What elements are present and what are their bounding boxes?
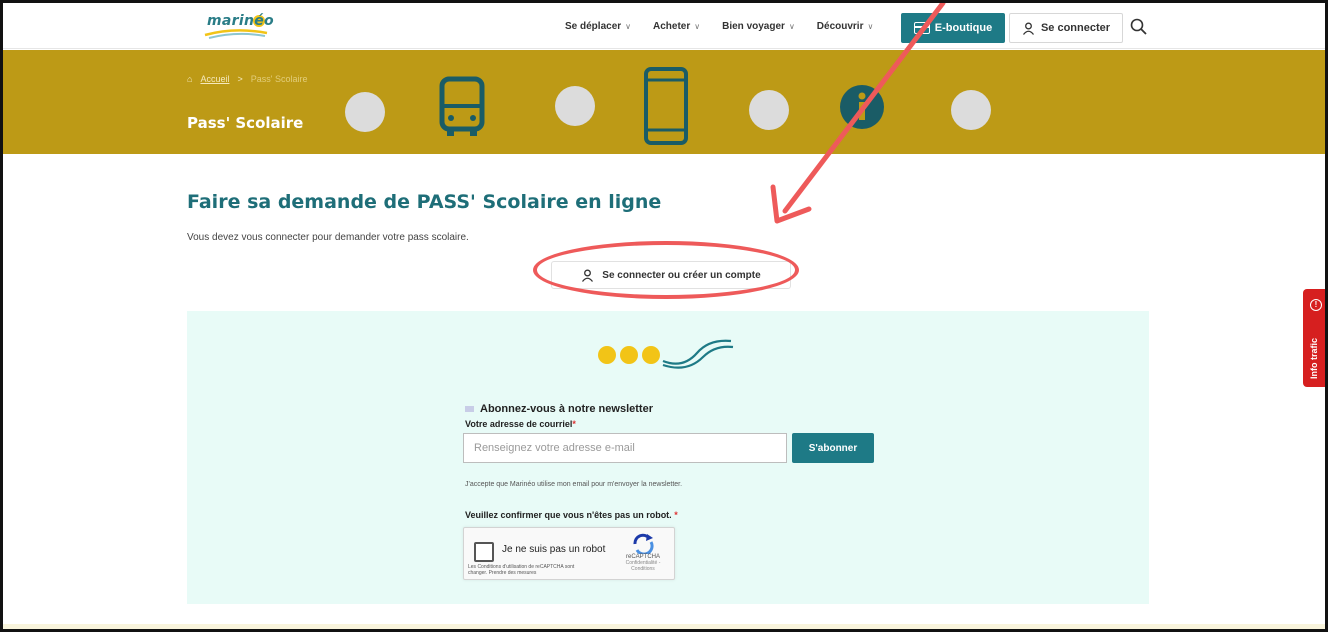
recaptcha-icon (633, 533, 654, 554)
decorative-circle (345, 92, 385, 132)
login-label: Se connecter (1040, 22, 1111, 34)
info-trafic-label: Info trafic (1309, 337, 1319, 379)
bus-icon (439, 76, 485, 136)
recaptcha-logo: reCAPTCHA Confidentialité - Conditions (614, 532, 672, 572)
required-marker: * (674, 510, 678, 520)
nav-label: Se déplacer (565, 20, 622, 32)
newsletter-email-input[interactable] (463, 433, 787, 463)
nav-label: Acheter (653, 20, 691, 32)
email-label-text: Votre adresse de courriel (465, 419, 573, 429)
nav-item-se-deplacer[interactable]: Se déplacer ∨ (565, 21, 631, 32)
alert-icon: ! (1310, 299, 1322, 311)
home-icon: ⌂ (187, 74, 193, 84)
annotation-arrow-icon (770, 3, 946, 224)
section-title: Faire sa demande de PASS' Scolaire en li… (187, 191, 662, 213)
info-trafic-tab[interactable]: ! Info trafic (1303, 289, 1325, 387)
page-banner: ⌂ Accueil > Pass' Scolaire Pass' Scolair… (3, 50, 1325, 154)
section-description: Vous devez vous connecter pour demander … (187, 232, 469, 243)
browser-frame: marinéo Se déplacer ∨ Acheter ∨ Bien voy… (0, 0, 1328, 632)
newsletter-section: Abonnez-vous à notre newsletter Votre ad… (187, 311, 1149, 604)
breadcrumb-current: Pass' Scolaire (250, 74, 308, 84)
annotation-ellipse (533, 241, 799, 299)
newsletter-title: Abonnez-vous à notre newsletter (465, 403, 653, 415)
breadcrumb: ⌂ Accueil > Pass' Scolaire (187, 74, 307, 84)
header-login-button[interactable]: Se connecter (1009, 13, 1123, 43)
newsletter-bullet-icon (465, 406, 474, 412)
footer-strip (3, 624, 1325, 629)
marineo-dots-wave-icon (598, 339, 734, 369)
chevron-down-icon: ∨ (694, 21, 701, 31)
captcha-question-text: Veuillez confirmer que vous n'êtes pas u… (465, 510, 672, 520)
site-header: marinéo Se déplacer ∨ Acheter ∨ Bien voy… (3, 3, 1325, 49)
subscribe-button[interactable]: S'abonner (792, 433, 874, 463)
captcha-question: Veuillez confirmer que vous n'êtes pas u… (465, 510, 678, 520)
newsletter-title-text: Abonnez-vous à notre newsletter (480, 403, 653, 415)
breadcrumb-home-link[interactable]: Accueil (200, 74, 229, 84)
newsletter-consent-text: J'accepte que Marinéo utilise mon email … (465, 481, 683, 488)
page-title: Pass' Scolaire (187, 114, 304, 132)
recaptcha-terms[interactable]: Les Conditions d'utilisation de reCAPTCH… (468, 564, 588, 576)
smartphone-icon (644, 67, 688, 145)
chevron-down-icon: ∨ (625, 21, 632, 31)
recaptcha-links[interactable]: Confidentialité - Conditions (614, 560, 672, 572)
search-button[interactable] (1129, 17, 1149, 37)
recaptcha-widget: Je ne suis pas un robot Les Conditions d… (463, 527, 675, 580)
required-marker: * (572, 419, 576, 429)
email-label: Votre adresse de courriel* (465, 419, 576, 429)
marineo-logo[interactable]: marinéo (199, 9, 274, 41)
decorative-circle (555, 86, 595, 126)
logo-text: marinéo (207, 13, 274, 29)
user-icon (1022, 22, 1034, 35)
search-icon (1130, 18, 1147, 35)
recaptcha-label: Je ne suis pas un robot (502, 544, 606, 555)
breadcrumb-separator: > (237, 74, 243, 84)
recaptcha-checkbox[interactable] (474, 542, 494, 562)
nav-item-acheter[interactable]: Acheter ∨ (653, 21, 700, 32)
